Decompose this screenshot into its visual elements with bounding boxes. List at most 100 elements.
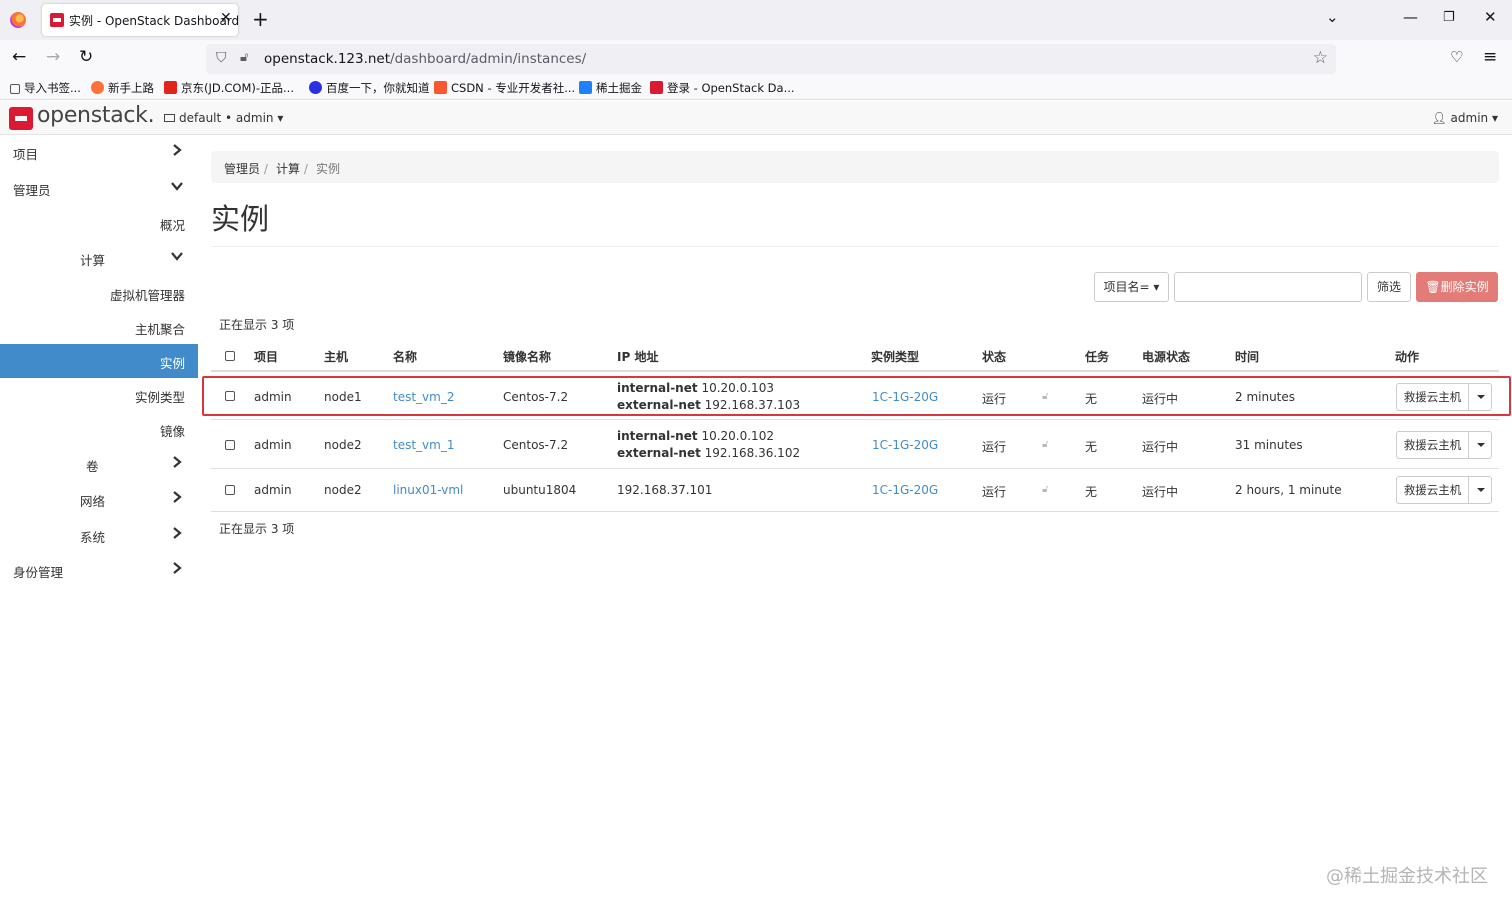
- chevron-right-icon: [173, 144, 182, 156]
- actions-dropdown-toggle[interactable]: [1468, 476, 1492, 504]
- cell-status: 运行: [982, 440, 1007, 454]
- col-ip[interactable]: IP 地址: [617, 348, 658, 365]
- sidebar-item-flavors[interactable]: 实例类型: [0, 378, 198, 412]
- openstack-logo-text[interactable]: openstack.: [37, 103, 155, 128]
- sidebar-item-instances[interactable]: 实例: [0, 344, 198, 378]
- unlocked-icon: 🔓︎: [1042, 484, 1049, 495]
- instance-name-link[interactable]: test_vm_1: [393, 438, 454, 452]
- openstack-logo-icon[interactable]: [9, 107, 33, 130]
- row-checkbox[interactable]: [225, 485, 235, 495]
- flavor-link[interactable]: 1C-1G-20G: [872, 438, 938, 452]
- chevron-right-icon: [173, 491, 182, 503]
- sidebar-item-hypervisors[interactable]: 虚拟机管理器: [0, 276, 198, 310]
- rescue-instance-button[interactable]: 救援云主机: [1396, 431, 1469, 459]
- menu-icon[interactable]: ≡: [1483, 47, 1497, 67]
- item-count-top: 正在显示 3 项: [219, 318, 295, 332]
- filter-button[interactable]: 筛选: [1367, 272, 1411, 302]
- flavor-link[interactable]: 1C-1G-20G: [872, 483, 938, 497]
- back-icon[interactable]: ←: [12, 47, 26, 67]
- url-bar[interactable]: ⛉ 🔓︎ openstack.123.net/dashboard/admin/i…: [206, 44, 1336, 74]
- unlocked-icon: 🔓︎: [1042, 439, 1049, 450]
- cell-ip-internal: internal-net 10.20.0.102: [617, 429, 774, 443]
- sidebar-item-system[interactable]: 系统: [0, 518, 198, 552]
- cell-power: 运行中: [1142, 440, 1179, 454]
- cell-time: 2 hours, 1 minute: [1235, 483, 1342, 497]
- cell-host: node2: [324, 438, 362, 452]
- cell-project: admin: [254, 483, 292, 497]
- sidebar-item-project[interactable]: 项目: [0, 135, 198, 169]
- sidebar-item-images[interactable]: 镜像: [0, 412, 198, 446]
- insecure-lock-icon[interactable]: 🔓︎: [240, 50, 248, 65]
- browser-tab-bar: 实例 - OpenStack Dashboard ✕ + ⌄ — ❐ ✕: [0, 0, 1512, 40]
- bookmark-import[interactable]: 导入书签...: [10, 80, 81, 96]
- sidebar-item-volumes[interactable]: 卷: [0, 447, 198, 481]
- filter-input[interactable]: [1174, 272, 1362, 302]
- bookmark-openstack-login[interactable]: 登录 - OpenStack Da...: [650, 80, 795, 96]
- select-all-checkbox[interactable]: [225, 351, 235, 361]
- cell-project: admin: [254, 438, 292, 452]
- jd-icon: [164, 81, 177, 94]
- row-checkbox[interactable]: [225, 440, 235, 450]
- breadcrumb-instances: 实例: [316, 162, 341, 176]
- window-close-icon[interactable]: ✕: [1484, 8, 1497, 26]
- bookmark-star-icon[interactable]: ☆: [1313, 48, 1328, 68]
- col-task[interactable]: 任务: [1085, 348, 1109, 365]
- col-name[interactable]: 名称: [393, 348, 417, 365]
- delete-instances-button[interactable]: 🗑︎删除实例: [1416, 272, 1498, 302]
- pocket-icon[interactable]: ♡: [1450, 48, 1463, 66]
- bookmark-getting-started[interactable]: 新手上路: [91, 80, 154, 96]
- item-count-bottom: 正在显示 3 项: [219, 522, 295, 536]
- baidu-icon: [309, 81, 322, 94]
- col-flavor[interactable]: 实例类型: [871, 348, 919, 365]
- instance-name-link[interactable]: linux01-vml: [393, 483, 463, 497]
- col-time[interactable]: 时间: [1235, 348, 1259, 365]
- table-row: admin node2 linux01-vml ubuntu1804 192.1…: [211, 470, 1499, 512]
- project-list-icon: [164, 114, 175, 122]
- sidebar-item-identity[interactable]: 身份管理: [0, 553, 198, 587]
- breadcrumb: 管理员 / 计算 / 实例: [211, 151, 1499, 183]
- project-selector[interactable]: default • admin ▾: [164, 111, 283, 125]
- caret-down-icon: ▾: [1149, 280, 1160, 294]
- filter-field-dropdown[interactable]: 项目名= ▾: [1094, 272, 1169, 302]
- sidebar-item-network[interactable]: 网络: [0, 482, 198, 516]
- col-status[interactable]: 状态: [982, 348, 1006, 365]
- col-image[interactable]: 镜像名称: [503, 348, 551, 365]
- rescue-instance-button[interactable]: 救援云主机: [1396, 476, 1469, 504]
- forward-icon[interactable]: →: [46, 47, 60, 67]
- bookmark-csdn[interactable]: CSDN - 专业开发者社...: [434, 80, 575, 96]
- sidebar-item-admin[interactable]: 管理员: [0, 171, 198, 205]
- col-power[interactable]: 电源状态: [1142, 348, 1190, 365]
- sidebar-item-overview[interactable]: 概况: [0, 206, 198, 240]
- shield-icon[interactable]: ⛉: [216, 50, 227, 66]
- cell-time: 31 minutes: [1235, 438, 1303, 452]
- col-host[interactable]: 主机: [324, 348, 348, 365]
- reload-icon[interactable]: ↻: [79, 47, 93, 67]
- tab-list-chevron-icon[interactable]: ⌄: [1326, 8, 1339, 26]
- cell-task: 无: [1085, 440, 1098, 454]
- actions-dropdown-toggle[interactable]: [1468, 431, 1492, 459]
- col-project[interactable]: 项目: [254, 348, 278, 365]
- cell-power: 运行中: [1142, 485, 1179, 499]
- bookmark-baidu[interactable]: 百度一下，你就知道: [309, 80, 430, 96]
- restore-icon[interactable]: ❐: [1443, 10, 1455, 25]
- highlight-annotation: [202, 376, 1511, 416]
- page-title: 实例: [211, 202, 270, 236]
- cell-task: 无: [1085, 485, 1098, 499]
- bookmark-juejin[interactable]: 稀土掘金: [579, 80, 642, 96]
- user-menu[interactable]: 👤︎ admin ▾: [1431, 111, 1498, 125]
- cell-image: Centos-7.2: [503, 438, 569, 452]
- sidebar-item-host-aggregates[interactable]: 主机聚合: [0, 310, 198, 344]
- bookmark-jd[interactable]: 京东(JD.COM)-正品...: [164, 80, 294, 96]
- breadcrumb-admin[interactable]: 管理员 /: [224, 160, 268, 177]
- minimize-icon[interactable]: —: [1403, 8, 1418, 26]
- sidebar-item-compute[interactable]: 计算: [0, 241, 198, 275]
- browser-tab[interactable]: 实例 - OpenStack Dashboard ✕: [42, 4, 239, 36]
- openstack-favicon-icon: [650, 81, 663, 94]
- trash-icon: 🗑︎: [1425, 280, 1441, 294]
- new-tab-icon[interactable]: +: [252, 7, 269, 31]
- breadcrumb-compute[interactable]: 计算 /: [276, 160, 308, 177]
- url-text[interactable]: openstack.123.net/dashboard/admin/instan…: [264, 51, 586, 67]
- close-tab-icon[interactable]: ✕: [220, 10, 232, 26]
- chevron-right-icon: [173, 456, 182, 468]
- sidebar: 项目 管理员 概况 计算 虚拟机管理器 主机聚合 实例 实例类型 镜像 卷 网络…: [0, 135, 198, 605]
